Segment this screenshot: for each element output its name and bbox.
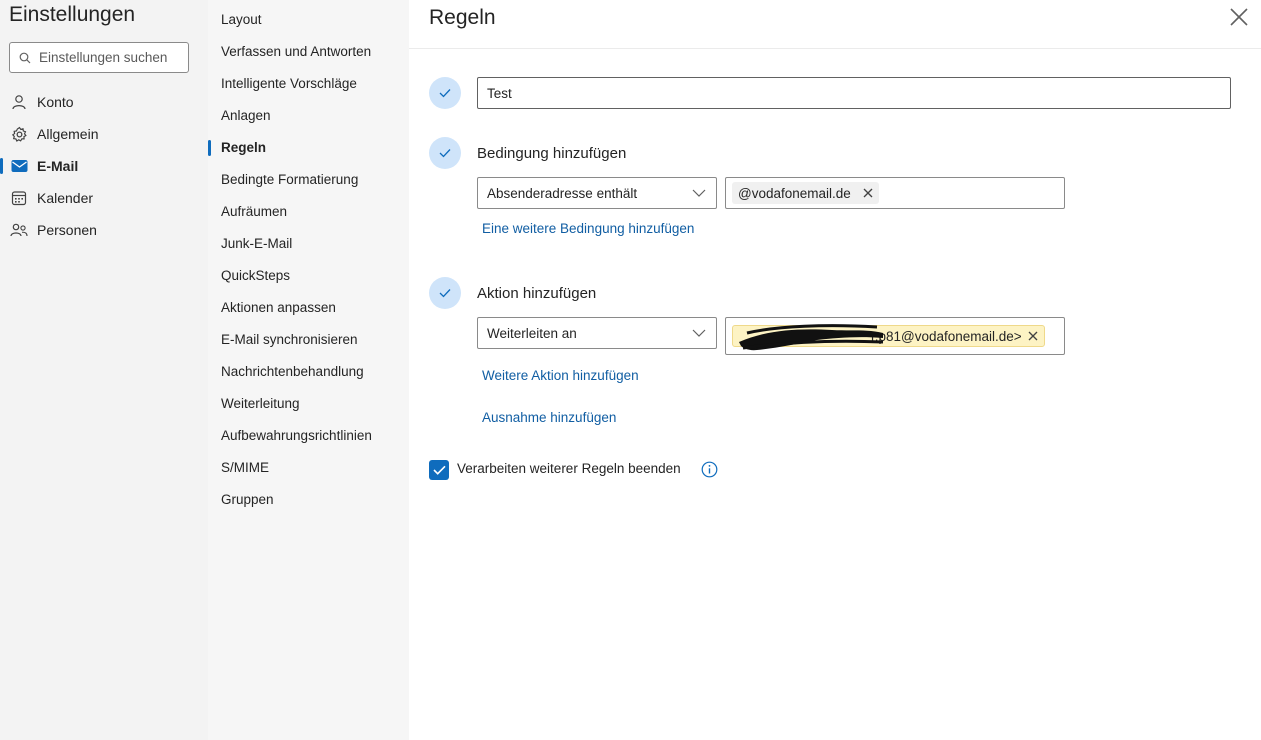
category-label: Allgemein	[37, 126, 99, 142]
menu-item-formatierung[interactable]: Bedingte Formatierung	[221, 170, 358, 190]
people-icon	[10, 221, 28, 239]
remove-chip-icon[interactable]	[863, 188, 873, 198]
rule-editor-panel: Regeln Bedingung hinzufügen Absenderadre…	[409, 0, 1261, 740]
add-exception-link[interactable]: Ausnahme hinzufügen	[482, 410, 616, 425]
menu-item-quicksteps[interactable]: QuickSteps	[221, 266, 290, 286]
category-email[interactable]: E-Mail	[0, 154, 208, 178]
menu-item-verfassen[interactable]: Verfassen und Antworten	[221, 42, 371, 62]
menu-item-regeln[interactable]: Regeln	[221, 138, 266, 158]
chevron-down-icon	[692, 187, 706, 199]
mail-settings-menu: Layout Verfassen und Antworten Intellige…	[208, 0, 409, 740]
search-placeholder: Einstellungen suchen	[39, 50, 168, 65]
category-label: E-Mail	[37, 158, 79, 174]
redaction-scribble	[739, 324, 884, 351]
dropdown-value: Absenderadresse enthält	[487, 185, 638, 201]
settings-search-input[interactable]: Einstellungen suchen	[9, 42, 189, 73]
menu-item-weiterleitung[interactable]: Weiterleitung	[221, 394, 300, 414]
add-condition-link[interactable]: Eine weitere Bedingung hinzufügen	[482, 221, 694, 236]
mail-icon	[10, 157, 28, 175]
menu-item-nachrichtenbehandlung[interactable]: Nachrichtenbehandlung	[221, 362, 364, 382]
condition-value-chip: @vodafonemail.de	[732, 182, 879, 204]
gear-icon	[10, 125, 28, 143]
menu-item-smime[interactable]: S/MIME	[221, 458, 269, 478]
active-indicator	[208, 140, 211, 156]
menu-item-junk[interactable]: Junk-E-Mail	[221, 234, 292, 254]
rule-name-input[interactable]	[477, 77, 1231, 109]
add-action-link[interactable]: Weitere Aktion hinzufügen	[482, 368, 639, 383]
calendar-icon	[10, 189, 28, 207]
close-icon[interactable]	[1229, 7, 1249, 27]
category-label: Konto	[37, 94, 74, 110]
step-check-icon	[429, 277, 461, 309]
menu-item-vorschlaege[interactable]: Intelligente Vorschläge	[221, 74, 357, 94]
action-title: Aktion hinzufügen	[477, 285, 597, 302]
chip-label: @vodafonemail.de	[738, 185, 851, 201]
dropdown-value: Weiterleiten an	[487, 325, 577, 341]
menu-item-aktionen[interactable]: Aktionen anpassen	[221, 298, 336, 318]
menu-item-aufbewahrung[interactable]: Aufbewahrungsrichtlinien	[221, 426, 372, 446]
menu-item-synchronisieren[interactable]: E-Mail synchronisieren	[221, 330, 358, 350]
menu-item-anlagen[interactable]: Anlagen	[221, 106, 271, 126]
search-icon	[19, 52, 31, 64]
step-check-icon	[429, 77, 461, 109]
condition-title: Bedingung hinzufügen	[477, 145, 627, 162]
remove-chip-icon[interactable]	[1028, 331, 1038, 341]
menu-item-layout[interactable]: Layout	[221, 10, 262, 30]
menu-item-aufraeumen[interactable]: Aufräumen	[221, 202, 287, 222]
category-kalender[interactable]: Kalender	[0, 186, 208, 210]
panel-title: Regeln	[429, 6, 496, 29]
header-divider	[409, 48, 1261, 49]
category-personen[interactable]: Personen	[0, 218, 208, 242]
settings-sidebar: Einstellungen Einstellungen suchen Konto…	[0, 0, 208, 740]
person-icon	[10, 93, 28, 111]
recipient-chip: r.p81@vodafonemail.de>	[732, 324, 1045, 351]
stop-processing-checkbox[interactable]	[429, 460, 449, 480]
category-label: Personen	[37, 222, 97, 238]
category-konto[interactable]: Konto	[0, 90, 208, 114]
condition-type-dropdown[interactable]: Absenderadresse enthält	[477, 177, 717, 209]
stop-processing-label: Verarbeiten weiterer Regeln beenden	[457, 461, 681, 476]
chevron-down-icon	[692, 327, 706, 339]
category-allgemein[interactable]: Allgemein	[0, 122, 208, 146]
action-type-dropdown[interactable]: Weiterleiten an	[477, 317, 717, 349]
settings-title: Einstellungen	[9, 3, 136, 26]
forward-recipient-field[interactable]: r.p81@vodafonemail.de>	[725, 317, 1065, 355]
chip-label: r.p81@vodafonemail.de>	[871, 328, 1022, 344]
info-icon[interactable]	[701, 461, 718, 478]
step-check-icon	[429, 137, 461, 169]
condition-value-field[interactable]: @vodafonemail.de	[725, 177, 1065, 209]
category-label: Kalender	[37, 190, 94, 206]
active-indicator	[0, 158, 3, 174]
menu-item-gruppen[interactable]: Gruppen	[221, 490, 274, 510]
